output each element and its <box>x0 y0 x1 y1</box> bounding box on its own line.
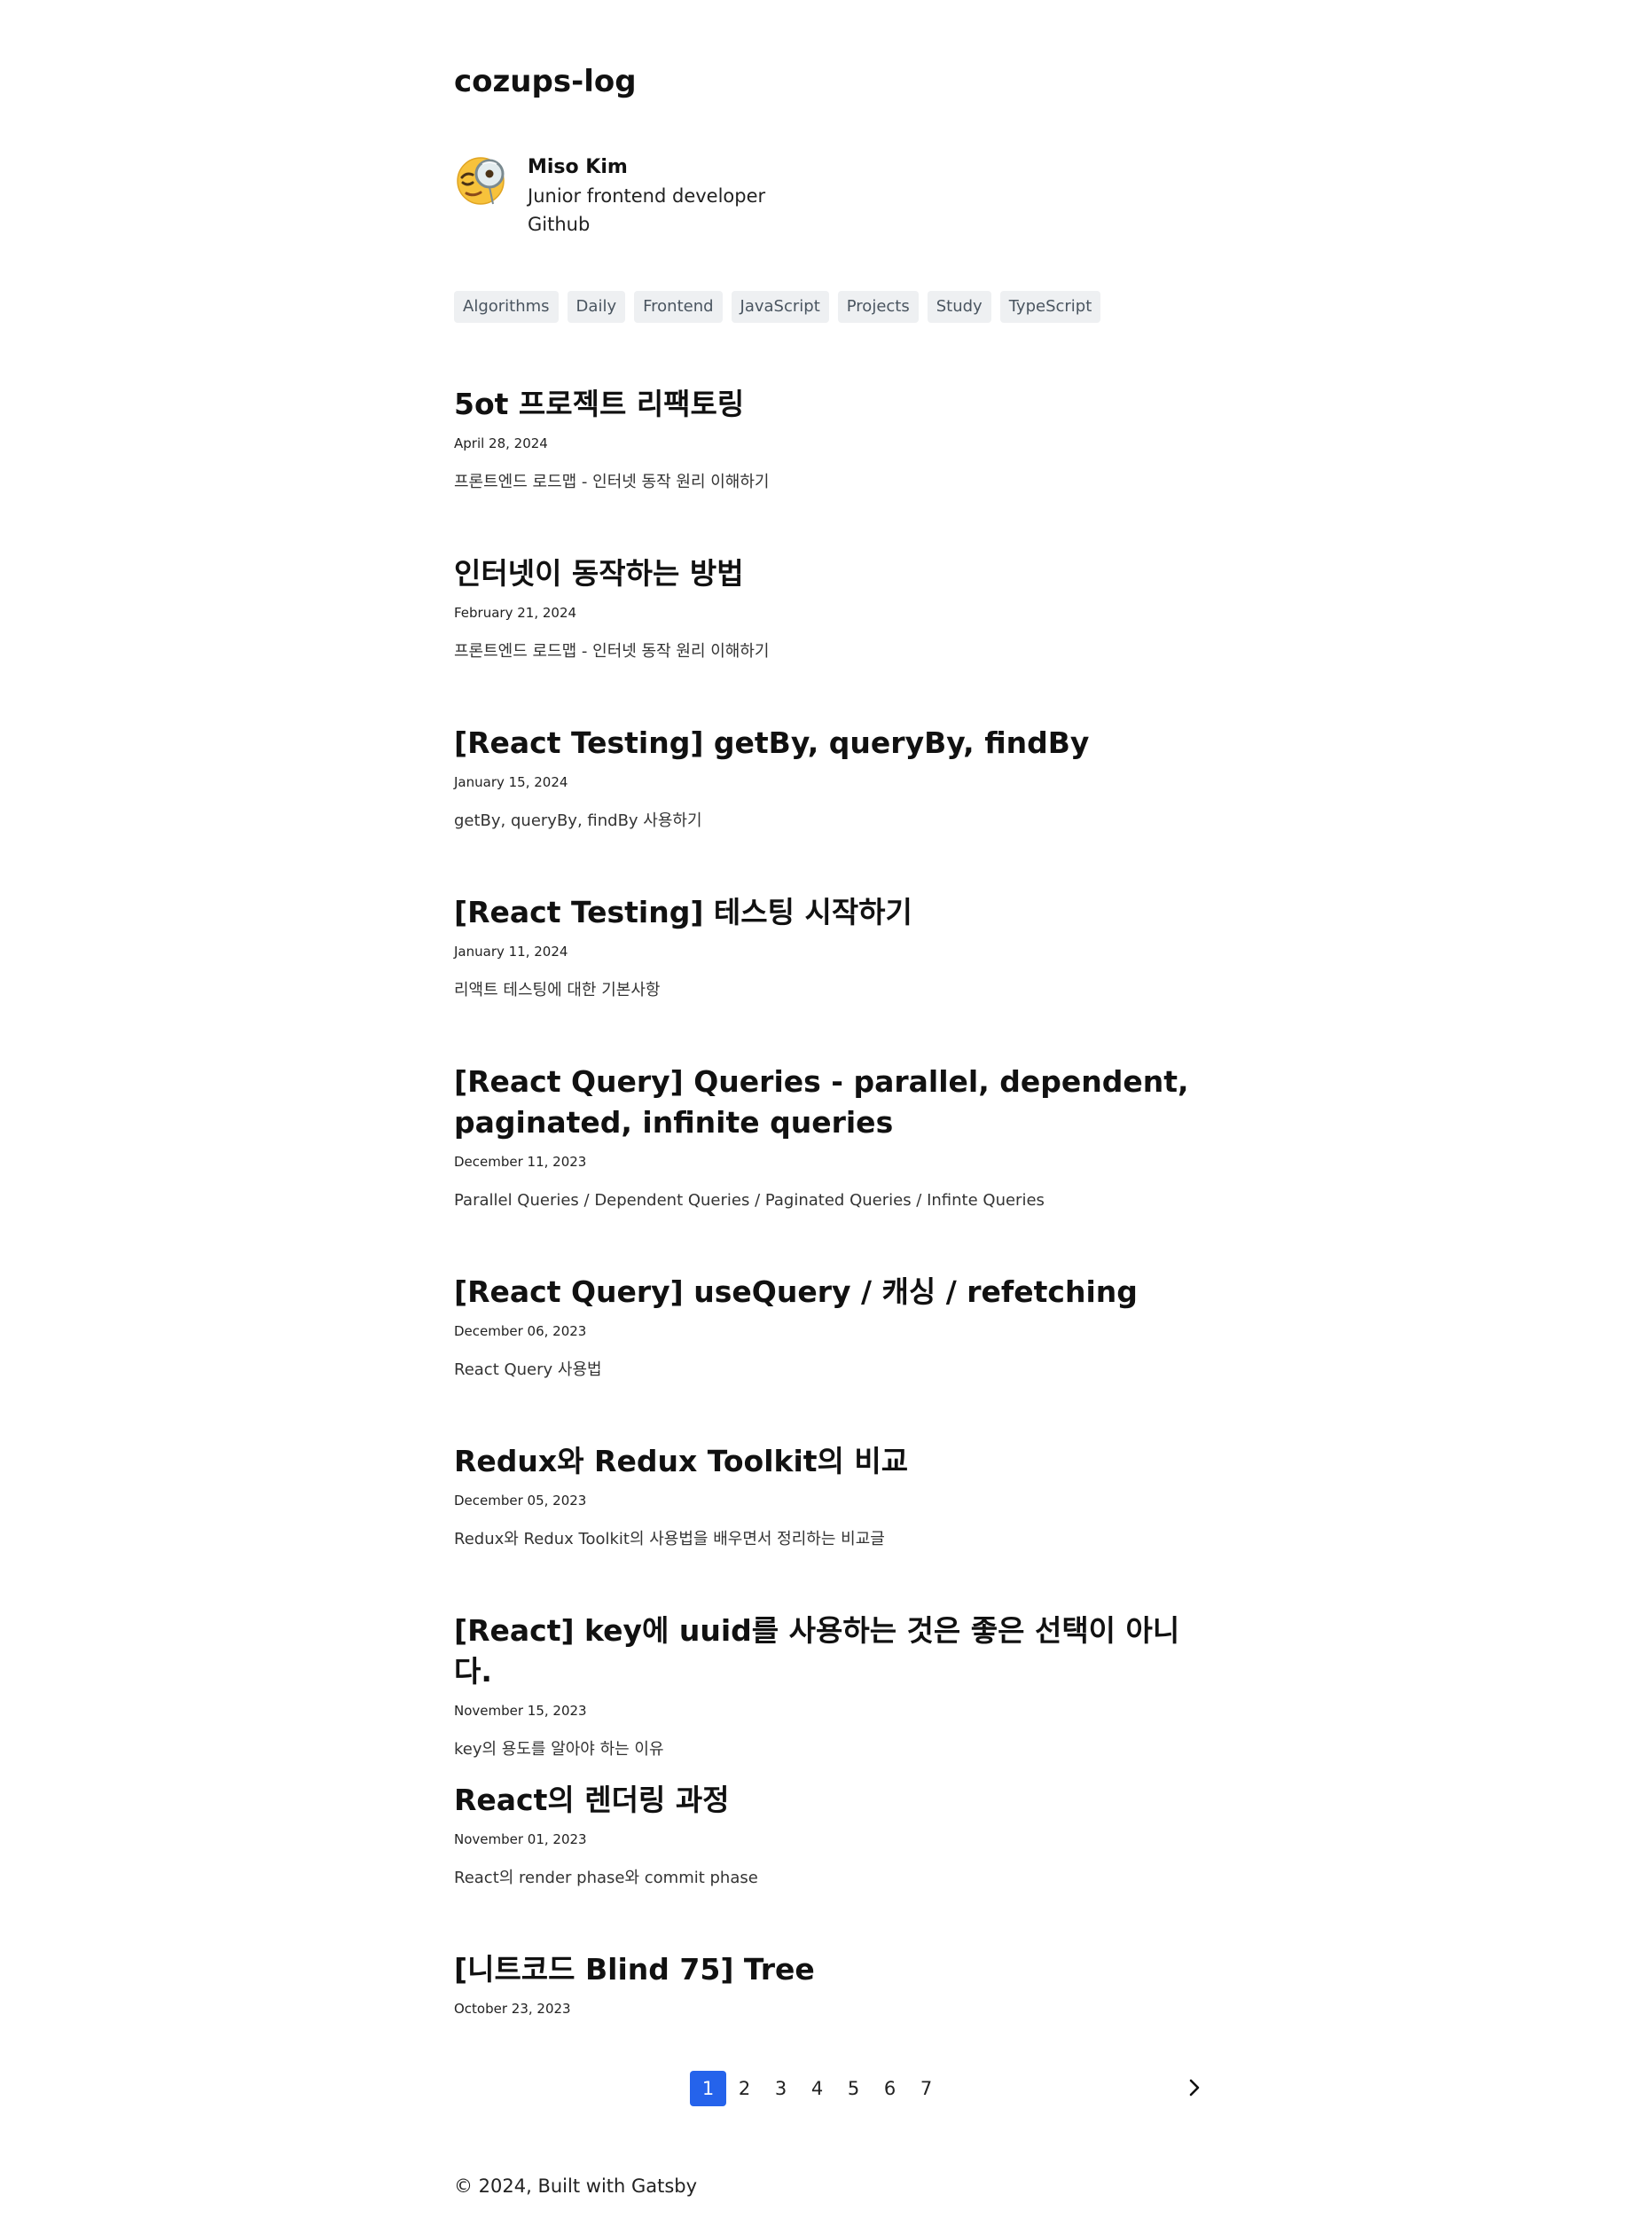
page-button-2[interactable]: 2 <box>726 2071 763 2106</box>
post-date: January 11, 2024 <box>454 944 568 960</box>
post-title[interactable]: 인터넷이 동작하는 방법 <box>454 553 1199 594</box>
tag-list: Algorithms Daily Frontend JavaScript Pro… <box>454 291 1101 323</box>
post-item: 인터넷이 동작하는 방법 February 21, 2024 프론트엔드 로드맵… <box>454 553 1199 663</box>
post-date: December 11, 2023 <box>454 1154 587 1170</box>
chevron-right-icon <box>1189 2079 1200 2097</box>
post-description: getBy, queryBy, findBy 사용하기 <box>454 811 702 830</box>
post-title[interactable]: 5ot 프로젝트 리팩토링 <box>454 384 1199 425</box>
post-title[interactable]: [React Query] Queries - parallel, depend… <box>454 1062 1199 1143</box>
post-description: key의 용도를 알아야 하는 이유 <box>454 1740 664 1759</box>
post-item: [React Query] Queries - parallel, depend… <box>454 1062 1199 1212</box>
post-item: [React Query] useQuery / 캐싱 / refetching… <box>454 1272 1199 1382</box>
post-title[interactable]: [니트코드 Blind 75] Tree <box>454 1949 1199 1990</box>
tag-algorithms[interactable]: Algorithms <box>454 291 559 323</box>
post-title[interactable]: [React Query] useQuery / 캐싱 / refetching <box>454 1272 1199 1313</box>
post-description: React Query 사용법 <box>454 1360 602 1379</box>
post-date: October 23, 2023 <box>454 2001 571 2017</box>
post-description: 리액트 테스팅에 대한 기본사항 <box>454 981 661 999</box>
pagination: 1 2 3 4 5 6 7 <box>690 2071 944 2106</box>
page-button-4[interactable]: 4 <box>799 2071 835 2106</box>
post-item: [React] key에 uuid를 사용하는 것은 좋은 선택이 아니다. N… <box>454 1611 1199 1761</box>
post-date: April 28, 2024 <box>454 435 548 451</box>
author-profile: Miso Kim Junior frontend developer Githu… <box>454 149 897 247</box>
next-page-button[interactable] <box>1181 2070 1208 2105</box>
post-item: React의 렌더링 과정 November 01, 2023 React의 r… <box>454 1780 1199 1890</box>
github-link[interactable]: Github <box>528 211 590 238</box>
author-name: Miso Kim <box>528 156 628 178</box>
face-with-monocle-icon <box>457 157 505 205</box>
post-title[interactable]: React의 렌더링 과정 <box>454 1780 1199 1821</box>
post-item: [React Testing] getBy, queryBy, findBy J… <box>454 723 1199 833</box>
tag-study[interactable]: Study <box>927 291 991 323</box>
post-item: [React Testing] 테스팅 시작하기 January 11, 202… <box>454 892 1199 1002</box>
post-description: 프론트엔드 로드맵 - 인터넷 동작 원리 이해하기 <box>454 473 770 491</box>
tag-projects[interactable]: Projects <box>837 291 919 323</box>
post-title[interactable]: [React] key에 uuid를 사용하는 것은 좋은 선택이 아니다. <box>454 1611 1199 1692</box>
page-button-7[interactable]: 7 <box>908 2071 944 2106</box>
page-button-1[interactable]: 1 <box>690 2071 726 2106</box>
post-date: November 15, 2023 <box>454 1703 587 1719</box>
site-title[interactable]: cozups-log <box>454 62 637 101</box>
tag-typescript[interactable]: TypeScript <box>999 291 1101 323</box>
site-footer: © 2024, Built with Gatsby <box>454 2175 698 2197</box>
post-description: 프론트엔드 로드맵 - 인터넷 동작 원리 이해하기 <box>454 642 770 661</box>
page-button-5[interactable]: 5 <box>835 2071 872 2106</box>
author-role: Junior frontend developer <box>528 185 766 207</box>
page-button-3[interactable]: 3 <box>763 2071 799 2106</box>
post-description: Parallel Queries / Dependent Queries / P… <box>454 1191 1045 1210</box>
post-title[interactable]: [React Testing] getBy, queryBy, findBy <box>454 723 1199 764</box>
tag-javascript[interactable]: JavaScript <box>731 291 829 323</box>
post-title[interactable]: Redux와 Redux Toolkit의 비교 <box>454 1441 1199 1482</box>
tag-daily[interactable]: Daily <box>567 291 626 323</box>
page-button-6[interactable]: 6 <box>872 2071 908 2106</box>
post-date: February 21, 2024 <box>454 605 577 621</box>
post-item: 5ot 프로젝트 리팩토링 April 28, 2024 프론트엔드 로드맵 -… <box>454 384 1199 494</box>
post-date: December 06, 2023 <box>454 1323 587 1339</box>
post-date: January 15, 2024 <box>454 774 568 790</box>
post-description: React의 render phase와 commit phase <box>454 1869 758 1887</box>
post-title[interactable]: [React Testing] 테스팅 시작하기 <box>454 892 1199 933</box>
post-date: December 05, 2023 <box>454 1493 587 1509</box>
post-item: [니트코드 Blind 75] Tree October 23, 2023 <box>454 1949 1199 2018</box>
tag-frontend[interactable]: Frontend <box>634 291 723 323</box>
post-date: November 01, 2023 <box>454 1831 587 1847</box>
post-description: Redux와 Redux Toolkit의 사용법을 배우면서 정리하는 비교글 <box>454 1530 885 1548</box>
post-item: Redux와 Redux Toolkit의 비교 December 05, 20… <box>454 1441 1199 1551</box>
